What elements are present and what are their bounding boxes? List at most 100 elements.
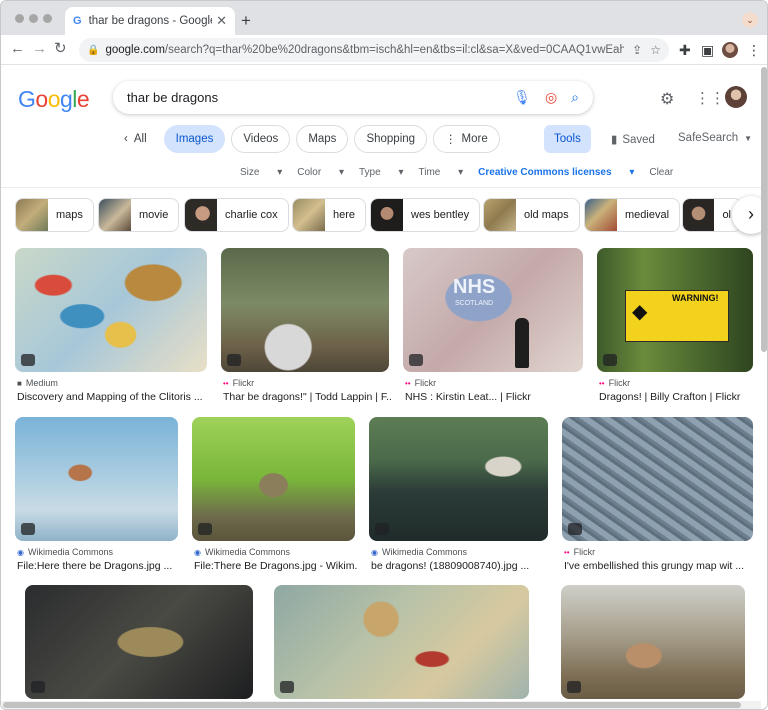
time-dropdown[interactable]: Time ▾ <box>418 167 463 178</box>
result-source[interactable]: ◉ Wikimedia Commons <box>371 547 467 557</box>
result-thumbnail-car-under-tree[interactable] <box>221 248 389 372</box>
dragon-silhouette-icon: ◆ <box>632 301 648 323</box>
search-filter-bar: ‹ All Images Videos Maps Shopping ⋮ More <box>113 125 506 153</box>
related-chip-movie[interactable]: movie <box>98 198 180 232</box>
result-thumbnail-grungy-map[interactable] <box>562 417 753 541</box>
related-chip-old-maps[interactable]: old maps <box>483 198 580 232</box>
apps-grid-icon[interactable]: ⋮⋮ <box>695 89 725 107</box>
safesearch-menu[interactable]: SafeSearch ▼ <box>678 132 752 144</box>
address-bar[interactable]: 🔒 google.com/search?q=thar%20be%20dragon… <box>79 38 669 62</box>
result-source[interactable]: •• Flickr <box>564 547 595 557</box>
horizontal-scrollbar-thumb[interactable] <box>3 702 741 708</box>
back-arrow-icon[interactable]: ← <box>10 40 25 58</box>
result-caption[interactable]: be dragons! (18809008740).jpg ... <box>371 560 550 572</box>
forward-arrow-icon[interactable]: → <box>32 40 47 58</box>
filter-more[interactable]: ⋮ More <box>433 125 500 153</box>
type-dropdown[interactable]: Type ▾ <box>359 167 404 178</box>
kebab-menu-icon[interactable]: ⋮ <box>747 42 761 59</box>
horizontal-scrollbar[interactable] <box>1 701 761 709</box>
image-badge-icon <box>567 681 581 693</box>
result-thumbnail-sea-dragon[interactable] <box>15 417 178 541</box>
result-card[interactable]: ◉ Wikimedia Commons File:Here there be Dr… <box>15 417 178 577</box>
image-badge-icon <box>198 523 212 535</box>
search-icon[interactable]: ⌕ <box>571 89 579 106</box>
related-chip-medieval[interactable]: medieval <box>584 198 681 232</box>
result-card[interactable]: ◉ Wikimedia Commons File:There Be Dragons… <box>192 417 357 577</box>
result-caption[interactable]: I've embellished this grungy map wit ... <box>564 560 755 572</box>
result-source[interactable]: ■ Medium <box>17 378 58 388</box>
related-chip-wes-bentley[interactable]: wes bentley <box>370 198 481 232</box>
result-thumbnail-nhs-slide[interactable]: NHS SCOTLAND <box>403 248 583 372</box>
result-caption[interactable]: File:There Be Dragons.jpg - Wikim... <box>194 560 357 572</box>
result-thumbnail-sea-monster-map[interactable] <box>274 585 529 699</box>
window-close-button[interactable] <box>15 14 24 23</box>
tab-close-icon[interactable]: ✕ <box>216 13 227 29</box>
related-chip-charlie-cox[interactable]: charlie cox <box>184 198 289 232</box>
window-minimize-button[interactable] <box>29 14 38 23</box>
color-dropdown[interactable]: Color ▾ <box>297 167 344 178</box>
window-zoom-button[interactable] <box>43 14 52 23</box>
bookmark-star-icon[interactable]: ☆ <box>650 43 661 57</box>
lock-icon: 🔒 <box>87 44 100 56</box>
image-badge-icon <box>31 681 45 693</box>
result-card[interactable]: •• Flickr I've embellished this grungy ma… <box>562 417 753 577</box>
result-card[interactable] <box>555 585 751 701</box>
google-logo[interactable]: Google <box>18 86 90 113</box>
filter-images[interactable]: Images <box>163 125 226 153</box>
filter-videos[interactable]: Videos <box>231 125 291 153</box>
tab-search-chevron-icon[interactable]: ⌄ <box>742 12 758 28</box>
result-card[interactable]: ■ Medium Discovery and Mapping of the Cli… <box>15 248 207 408</box>
wikimedia-logo-icon: ◉ <box>194 548 201 557</box>
result-card[interactable]: ◉ Wikimedia Commons be dragons! (18809008… <box>369 417 548 577</box>
saved-link[interactable]: ▮ Saved <box>611 132 655 146</box>
result-card[interactable] <box>266 585 536 701</box>
search-box[interactable]: thar be dragons 🎙 ◎ ⌕ <box>113 81 593 114</box>
profile-avatar-icon[interactable] <box>722 42 738 58</box>
result-source[interactable]: •• Flickr <box>223 378 254 388</box>
new-tab-button[interactable]: + <box>241 11 251 31</box>
related-chip-here[interactable]: here <box>292 198 367 232</box>
result-card[interactable]: •• Flickr Thar be dragons!" | Todd Lappin… <box>221 248 391 408</box>
result-caption[interactable]: Dragons! | Billy Crafton | Flickr <box>599 391 755 403</box>
result-thumbnail-man-fishing[interactable] <box>369 417 548 541</box>
caret-down-icon: ▼ <box>744 134 753 143</box>
result-thumbnail-tree-sculpture[interactable] <box>561 585 745 699</box>
result-source[interactable]: •• Flickr <box>599 378 630 388</box>
clear-link[interactable]: Clear <box>649 167 673 178</box>
settings-gear-icon[interactable]: ⚙ <box>660 89 674 109</box>
tab-google-search[interactable]: G thar be dragons - Google Search ✕ <box>65 7 235 35</box>
share-icon[interactable]: ⇪ <box>632 43 642 57</box>
microphone-icon[interactable]: 🎙 <box>513 89 531 106</box>
filter-shopping[interactable]: Shopping <box>354 125 428 153</box>
license-dropdown[interactable]: Creative Commons licenses ▾ <box>478 167 634 178</box>
result-source[interactable]: ◉ Wikimedia Commons <box>17 547 113 557</box>
result-card[interactable]: NHS SCOTLAND •• Flickr NHS : Kirstin Leat… <box>403 248 583 408</box>
filter-all[interactable]: ‹ All <box>113 125 158 153</box>
result-source[interactable]: ◉ Wikimedia Commons <box>194 547 290 557</box>
filter-maps[interactable]: Maps <box>296 125 349 153</box>
result-card[interactable]: WARNING! ◆ •• Flickr Dragons! | Billy Cra… <box>597 248 753 408</box>
result-caption[interactable]: Discovery and Mapping of the Clitoris ..… <box>17 391 209 403</box>
result-thumbnail-warning-sign[interactable]: WARNING! ◆ <box>597 248 753 372</box>
result-caption[interactable]: File:Here there be Dragons.jpg ... <box>17 560 180 572</box>
related-chip-maps[interactable]: maps <box>15 198 94 232</box>
image-badge-icon <box>409 354 423 366</box>
url-text: google.com/search?q=thar%20be%20dragons&… <box>105 44 625 56</box>
side-panel-icon[interactable]: ▣ <box>701 42 714 59</box>
result-caption[interactable]: Thar be dragons!" | Todd Lappin | F... <box>223 391 391 403</box>
search-input[interactable]: thar be dragons <box>127 90 499 105</box>
result-card[interactable] <box>15 585 253 701</box>
account-avatar[interactable] <box>725 86 747 108</box>
extensions-puzzle-icon[interactable]: ✚ <box>679 42 691 59</box>
reload-icon[interactable]: ↻ <box>54 40 67 58</box>
image-badge-icon <box>227 354 241 366</box>
result-thumbnail-octopus-map[interactable] <box>15 248 207 372</box>
result-thumbnail-golden-dragon[interactable] <box>25 585 253 699</box>
tools-button[interactable]: Tools <box>544 125 591 153</box>
result-source[interactable]: •• Flickr <box>405 378 436 388</box>
result-thumbnail-lizard[interactable] <box>192 417 355 541</box>
vertical-scrollbar[interactable] <box>761 67 767 352</box>
size-dropdown[interactable]: Size ▾ <box>240 167 282 178</box>
lens-camera-icon[interactable]: ◎ <box>545 89 557 106</box>
result-caption[interactable]: NHS : Kirstin Leat... | Flickr <box>405 391 585 403</box>
